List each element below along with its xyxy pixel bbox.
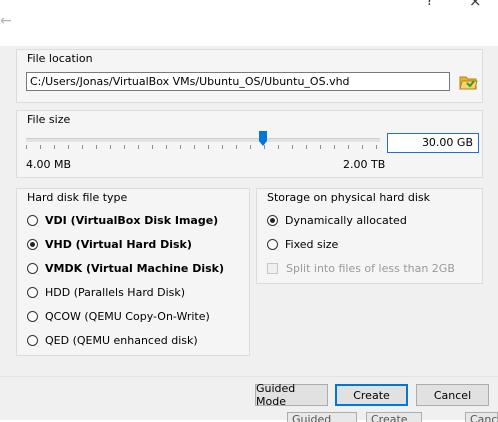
radio-label: VHD (Virtual Hard Disk)	[45, 237, 192, 251]
radio-fixed[interactable]: Fixed size	[267, 236, 338, 252]
radio-label: QCOW (QEMU Copy-On-Write)	[45, 309, 210, 323]
radio-vmdk[interactable]: VMDK (Virtual Machine Disk)	[27, 260, 224, 276]
radio-button[interactable]	[27, 214, 38, 226]
file-path-input[interactable]: C:/Users/Jonas/VirtualBox VMs/Ubuntu_OS/…	[26, 72, 450, 91]
radio-label: Dynamically allocated	[285, 213, 407, 227]
split-checkbox	[267, 262, 278, 274]
radio-vhd[interactable]: VHD (Virtual Hard Disk)	[27, 236, 192, 252]
radio-hdd[interactable]: HDD (Parallels Hard Disk)	[27, 284, 185, 300]
radio-label: VDI (VirtualBox Disk Image)	[45, 213, 219, 227]
split-label: Split into files of less than 2GB	[286, 261, 455, 275]
radio-label: Fixed size	[285, 237, 339, 251]
guided-mode-button[interactable]: Guided Mode	[255, 382, 328, 408]
slider-min-label: 4.00 MB	[26, 158, 72, 171]
file-size-input[interactable]: 30.00 GB	[387, 133, 479, 153]
slider-ticks	[26, 145, 380, 149]
radio-button[interactable]	[267, 238, 278, 250]
behind-guided-button: Guided Mode	[287, 412, 357, 422]
folder-icon[interactable]	[458, 72, 478, 92]
radio-label: HDD (Parallels Hard Disk)	[45, 285, 186, 299]
slider-thumb[interactable]	[259, 131, 268, 146]
file-location-title: File location	[27, 52, 93, 65]
file-size-title: File size	[27, 113, 71, 126]
radio-qcow[interactable]: QCOW (QEMU Copy-On-Write)	[27, 308, 210, 324]
cancel-button[interactable]: Cancel	[416, 384, 489, 406]
slider-max-label: 2.00 TB	[343, 158, 386, 171]
radio-button[interactable]	[27, 310, 38, 322]
radio-label: QED (QEMU enhanced disk)	[45, 333, 198, 347]
radio-label: VMDK (Virtual Machine Disk)	[45, 261, 225, 275]
file-size-slider[interactable]	[26, 138, 380, 142]
radio-qed[interactable]: QED (QEMU enhanced disk)	[27, 332, 198, 348]
create-button[interactable]: Create	[335, 384, 408, 406]
split-checkbox-row: Split into files of less than 2GB	[267, 260, 455, 276]
behind-create-button: Create	[366, 412, 422, 422]
title-bar: ← ? ×	[0, 0, 498, 46]
behind-cancel-button: Cance	[465, 412, 498, 422]
radio-button[interactable]	[27, 238, 38, 250]
radio-button[interactable]	[27, 286, 38, 298]
arrow-left-icon[interactable]: ←	[0, 13, 12, 29]
radio-vdi[interactable]: VDI (VirtualBox Disk Image)	[27, 212, 218, 228]
close-icon[interactable]: ×	[469, 0, 482, 10]
radio-button[interactable]	[267, 214, 278, 226]
radio-button[interactable]	[27, 334, 38, 346]
disk-type-title: Hard disk file type	[27, 191, 128, 204]
storage-title: Storage on physical hard disk	[267, 191, 430, 204]
radio-button[interactable]	[27, 262, 38, 274]
help-icon[interactable]: ?	[426, 0, 433, 9]
radio-dynamic[interactable]: Dynamically allocated	[267, 212, 407, 228]
